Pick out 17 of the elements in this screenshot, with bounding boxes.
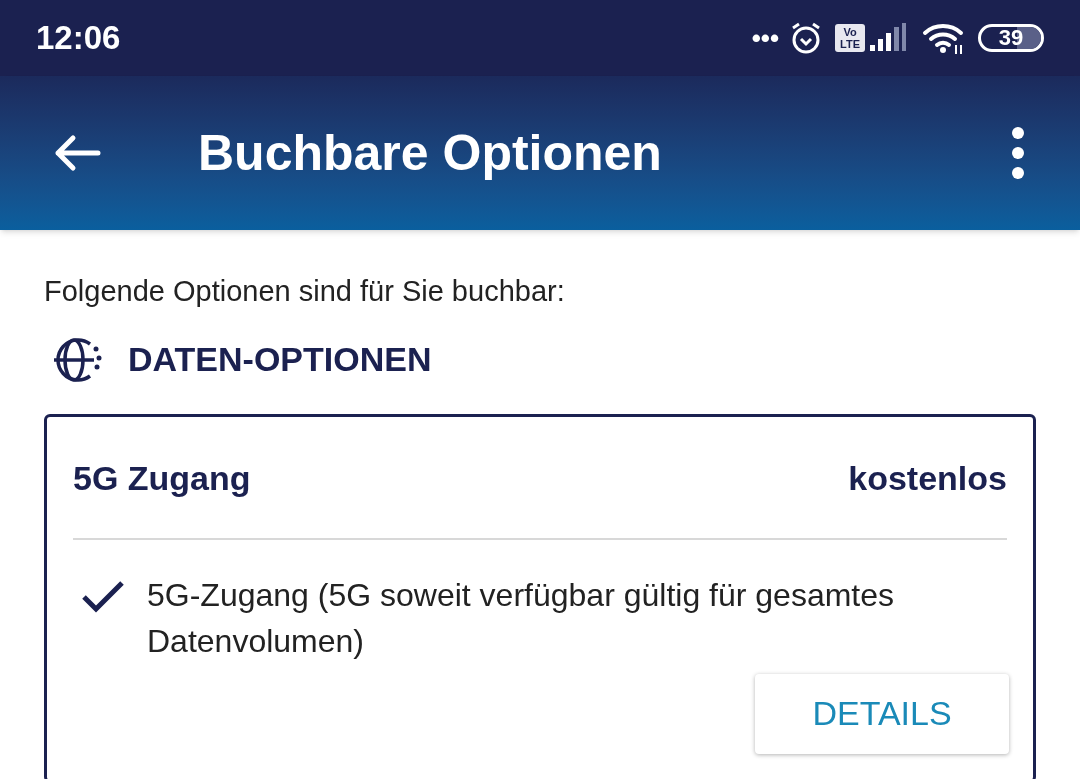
notification-dots: ••• [751, 21, 779, 55]
feature-text: 5G-Zugang (5G soweit verfügbar gültig für gesamtes Datenvolumen) [147, 575, 896, 661]
app-bar-title: Buchbare Optionen [198, 123, 662, 183]
back-arrow-icon [53, 133, 103, 173]
more-options-icon [1011, 126, 1025, 180]
intro-text: Folgende Optionen sind für Sie buchbar: [44, 274, 566, 309]
wifi-icon [922, 21, 966, 55]
checkmark-icon [81, 579, 125, 614]
volte-text: Vo [843, 26, 857, 38]
status-time: 12:06 [36, 18, 121, 59]
battery-level: 39 [998, 27, 1024, 49]
option-price: kostenlos [848, 457, 1007, 499]
signal-icon [868, 23, 908, 53]
option-name: 5G Zugang [73, 457, 251, 499]
details-button[interactable]: DETAILS [755, 673, 1009, 754]
volte-text: LTE [840, 38, 860, 50]
section-heading: DATEN-OPTIONEN [128, 339, 432, 380]
